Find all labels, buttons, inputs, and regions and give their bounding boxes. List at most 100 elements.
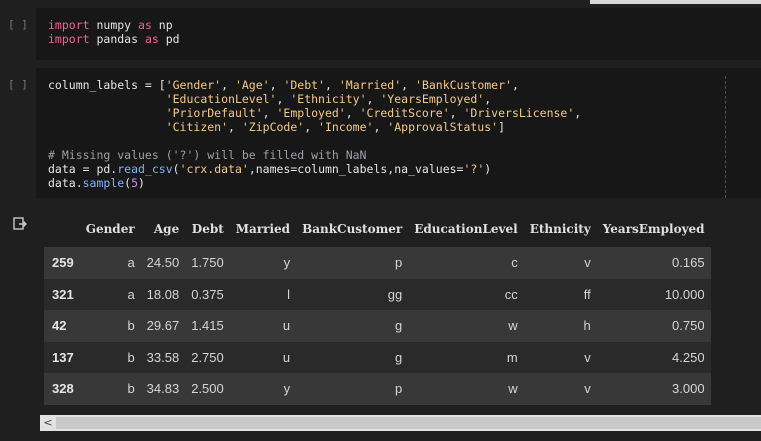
code-token: np bbox=[151, 18, 173, 32]
code-token: data. bbox=[48, 176, 83, 190]
table-cell: 0.165 bbox=[672, 255, 705, 271]
code-token: pd bbox=[158, 32, 180, 46]
code-token: , bbox=[324, 78, 339, 92]
table-cell: 10.000 bbox=[664, 286, 705, 302]
table-cell: l bbox=[287, 286, 291, 302]
code-token: as bbox=[138, 18, 152, 32]
code-token: , bbox=[345, 106, 360, 120]
table-cell: m bbox=[506, 349, 518, 365]
code-token: as bbox=[144, 32, 159, 46]
table-cell: w bbox=[508, 381, 518, 397]
cell-output: Gender Age Debt Married BankCustomer Educatio… bbox=[0, 206, 761, 441]
table-row: 42 b 29.67 1.415 u g w h 0.750 bbox=[44, 310, 711, 342]
code-editor[interactable]: import numpy as np import pandas as pd bbox=[36, 8, 761, 60]
code-token: import bbox=[48, 18, 90, 32]
table-cell: ff bbox=[583, 286, 591, 302]
table-cell: b bbox=[127, 381, 135, 397]
code-text[interactable]: import numpy as np import pandas as pd bbox=[48, 18, 180, 46]
column-header: Ethnicity bbox=[529, 221, 591, 236]
table-cell: y bbox=[283, 381, 291, 397]
table-cell: v bbox=[584, 349, 591, 365]
code-token: 'Gender' bbox=[165, 78, 222, 92]
code-token: 5 bbox=[131, 176, 139, 190]
table-cell: a bbox=[127, 286, 135, 302]
table-row: 137 b 33.58 2.750 u g m v 4.250 bbox=[44, 341, 711, 373]
table-cell: 24.50 bbox=[146, 255, 180, 271]
code-token: 'Ethnicity' bbox=[290, 92, 367, 106]
code-token: 'ZipCode' bbox=[241, 120, 305, 134]
code-token: ) bbox=[138, 176, 145, 190]
code-token: '?' bbox=[463, 162, 485, 176]
code-token: 'CreditScore' bbox=[359, 106, 450, 120]
code-token: , bbox=[269, 78, 284, 92]
code-token: read_csv bbox=[117, 162, 173, 176]
table-header-row: Gender Age Debt Married BankCustomer Educatio… bbox=[44, 210, 711, 247]
run-cell-button[interactable]: [ ] bbox=[8, 78, 28, 91]
code-line: 'Citizen', 'ZipCode', 'Income', 'Approva… bbox=[48, 120, 581, 134]
code-token: , bbox=[401, 78, 416, 92]
table-cell: 33.58 bbox=[146, 349, 180, 365]
table-cell: 1.750 bbox=[191, 255, 224, 271]
table-row: 259 a 24.50 1.750 y p c v 0.165 bbox=[44, 247, 711, 279]
column-header: Gender bbox=[85, 221, 135, 236]
code-token: ] bbox=[498, 120, 506, 134]
table-cell: 0.375 bbox=[191, 286, 224, 302]
code-token: , bbox=[574, 106, 582, 120]
table-cell: p bbox=[395, 381, 403, 397]
table-row: 321 a 18.08 0.375 l gg cc ff 10.000 bbox=[44, 278, 711, 310]
table-cell: 2.500 bbox=[191, 381, 224, 397]
code-token: 'crx.data' bbox=[179, 162, 249, 176]
column-header: EducationLevel bbox=[414, 221, 518, 236]
code-token: ) bbox=[484, 162, 492, 176]
code-token: 'Employed' bbox=[276, 106, 346, 120]
top-progress-bar bbox=[590, 0, 761, 4]
table-cell: w bbox=[508, 318, 518, 334]
code-token: , bbox=[304, 120, 319, 134]
code-token: 'EducationLevel' bbox=[165, 92, 277, 106]
scroll-left-icon[interactable]: < bbox=[40, 415, 56, 431]
table-cell: 18.08 bbox=[146, 286, 180, 302]
horizontal-scrollbar[interactable]: < bbox=[40, 415, 761, 431]
table-cell: v bbox=[584, 255, 591, 271]
run-cell-button[interactable]: [ ] bbox=[8, 18, 28, 31]
table-cell: 34.83 bbox=[146, 381, 180, 397]
code-token: , bbox=[373, 120, 388, 134]
line-length-ruler bbox=[725, 76, 726, 198]
scrollbar-thumb[interactable] bbox=[56, 417, 761, 429]
table-cell: g bbox=[395, 349, 403, 365]
code-token: ( bbox=[172, 162, 180, 176]
code-text[interactable]: column_labels = ['Gender', 'Age', 'Debt'… bbox=[48, 78, 581, 190]
code-token: , bbox=[366, 92, 381, 106]
column-header: Married bbox=[235, 221, 291, 236]
table-cell: 4.250 bbox=[672, 349, 705, 365]
code-token: column_labels = [ bbox=[48, 78, 166, 92]
table-cell: u bbox=[282, 349, 291, 365]
table-cell: a bbox=[127, 255, 135, 271]
table-cell: 0.750 bbox=[672, 318, 705, 334]
code-cell-imports[interactable]: [ ] import numpy as np import pandas as p… bbox=[0, 8, 761, 60]
table-cell: v bbox=[584, 381, 591, 397]
code-token: numpy bbox=[89, 18, 139, 32]
code-editor[interactable]: column_labels = ['Gender', 'Age', 'Debt'… bbox=[36, 68, 761, 198]
code-line: 'EducationLevel', 'Ethnicity', 'YearsEmp… bbox=[48, 92, 581, 106]
table-cell: h bbox=[583, 318, 591, 334]
table-cell: u bbox=[282, 318, 291, 334]
code-cell-load-data[interactable]: [ ] column_labels = ['Gender', 'Age', 'D… bbox=[0, 68, 761, 198]
code-line: import pandas as pd bbox=[48, 32, 180, 46]
code-line: data = pd.read_csv('crx.data',names=colu… bbox=[48, 162, 581, 176]
row-index: 328 bbox=[52, 381, 74, 397]
table-cell: 2.750 bbox=[191, 349, 224, 365]
output-icon[interactable] bbox=[12, 216, 28, 232]
code-token: sample bbox=[82, 176, 125, 190]
code-line: column_labels = ['Gender', 'Age', 'Debt'… bbox=[48, 78, 581, 92]
row-index: 259 bbox=[52, 255, 74, 271]
table-cell: p bbox=[395, 255, 403, 271]
column-header: YearsEmployed bbox=[602, 221, 705, 236]
code-token: 'Citizen' bbox=[165, 120, 229, 134]
code-line: # Missing values ('?') will be filled wi… bbox=[48, 148, 581, 162]
dataframe-table: Gender Age Debt Married BankCustomer Educatio… bbox=[44, 210, 711, 405]
table-cell: gg bbox=[387, 286, 403, 302]
